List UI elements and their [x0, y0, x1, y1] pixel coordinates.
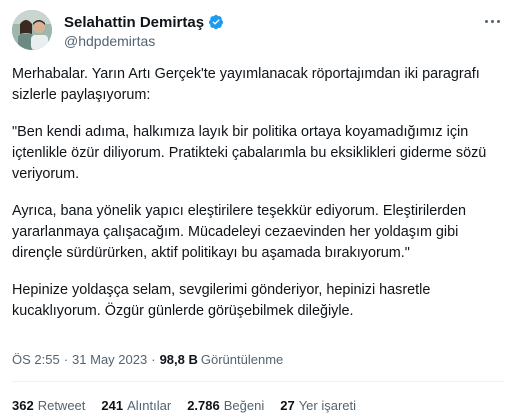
- stat-label: Retweet: [37, 397, 86, 413]
- tweet-header: Selahattin Demirtaş @hdpdemirtas: [12, 10, 505, 54]
- meta-separator: ·: [63, 351, 69, 367]
- stat-count: 2.786: [187, 397, 220, 413]
- stat-label: Yer işareti: [298, 397, 357, 413]
- avatar[interactable]: [12, 10, 52, 50]
- stat-retweets[interactable]: 362 Retweet: [12, 398, 85, 413]
- author-handle[interactable]: @hdpdemirtas: [64, 33, 224, 49]
- stat-label: Alıntılar: [127, 397, 172, 413]
- more-icon[interactable]: [479, 12, 505, 30]
- tweet-date[interactable]: 31 May 2023: [72, 352, 147, 367]
- tweet-text: Merhabalar. Yarın Artı Gerçek'te yayımla…: [12, 64, 505, 338]
- divider: [12, 381, 505, 382]
- avatar-image: [12, 10, 52, 50]
- tweet-paragraph: Ayrıca, bana yönelik yapıcı eleştirilere…: [12, 203, 467, 261]
- display-name[interactable]: Selahattin Demirtaş: [64, 14, 204, 31]
- tweet-paragraph: "Ben kendi adıma, halkımıza layık bir po…: [12, 124, 487, 182]
- stat-likes[interactable]: 2.786 Beğeni: [187, 398, 264, 413]
- tweet-meta: ÖS 2:55 · 31 May 2023 · 98,8 B Görüntüle…: [12, 350, 505, 368]
- display-name-row: Selahattin Demirtaş: [64, 12, 224, 32]
- stat-count: 27: [280, 397, 295, 413]
- verified-badge-icon[interactable]: [208, 14, 224, 30]
- stat-count: 362: [12, 397, 34, 413]
- engagement-stats: 362 Retweet 241 Alıntılar 2.786 Beğeni 2…: [12, 395, 505, 415]
- meta-separator: ·: [151, 351, 156, 367]
- stat-quotes[interactable]: 241 Alıntılar: [101, 398, 171, 413]
- views-count[interactable]: 98,8 B: [160, 352, 198, 367]
- tweet-card: Selahattin Demirtaş @hdpdemirtas Merhaba…: [0, 0, 517, 420]
- stat-label: Beğeni: [223, 397, 265, 413]
- stat-count: 241: [101, 397, 124, 413]
- stat-bookmarks[interactable]: 27 Yer işareti: [280, 398, 356, 413]
- tweet-paragraph: Merhabalar. Yarın Artı Gerçek'te yayımla…: [12, 66, 480, 103]
- author-block: Selahattin Demirtaş @hdpdemirtas: [64, 12, 224, 49]
- tweet-time[interactable]: ÖS 2:55: [12, 352, 60, 367]
- tweet-paragraph: Hepinize yoldaşça selam, sevgilerimi gön…: [12, 282, 431, 319]
- views-label: Görüntülenme: [200, 351, 284, 367]
